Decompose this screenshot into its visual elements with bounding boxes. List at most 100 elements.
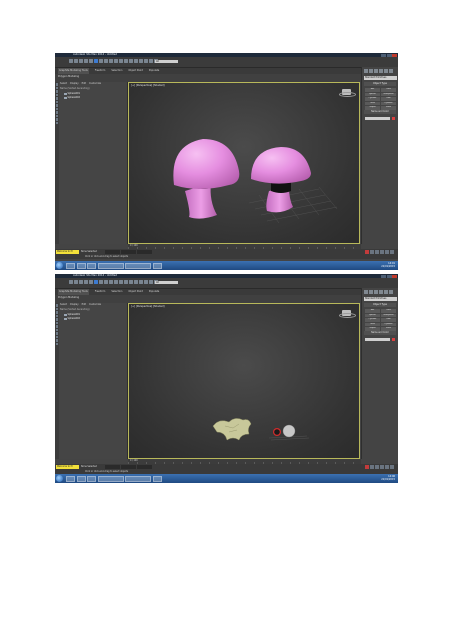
box-button[interactable]: Box [365,88,380,92]
menu-edit[interactable]: Edit [82,82,86,85]
hierarchy-icon[interactable] [374,290,378,294]
rotate-icon[interactable] [119,280,123,284]
select-icon[interactable] [94,59,98,63]
filter-icon[interactable] [55,107,59,110]
filter-icon[interactable] [55,104,59,107]
sphere-button[interactable]: Sphere [365,313,380,317]
plane-button[interactable]: Plane [381,327,396,331]
filter-icon[interactable] [55,328,59,331]
name-color-rollout[interactable]: Name and Color [364,110,396,114]
next-frame-icon[interactable] [375,250,379,254]
move-icon[interactable] [114,280,118,284]
y-coordinate-field[interactable] [121,465,136,469]
box-button[interactable]: Box [365,309,380,313]
snap-icon[interactable] [139,280,143,284]
percent-snap-icon[interactable] [149,280,153,284]
rotate-icon[interactable] [119,59,123,63]
start-button[interactable] [56,475,63,482]
start-button[interactable] [56,262,63,269]
torus-button[interactable]: Torus [365,101,380,105]
link-icon[interactable] [79,59,83,63]
select-by-name-icon[interactable] [99,280,103,284]
motion-icon[interactable] [379,69,383,73]
scale-icon[interactable] [124,280,128,284]
orbit-icon[interactable] [385,250,389,254]
filter-icon[interactable] [55,304,59,307]
taskbar-app[interactable] [125,475,151,482]
undo-icon[interactable] [69,280,73,284]
filter-icon[interactable] [55,100,59,103]
z-coordinate-field[interactable] [137,250,152,254]
taskbar-app[interactable] [152,262,162,269]
filter-icon[interactable] [55,311,59,314]
filter-icon[interactable] [55,307,59,310]
bind-icon[interactable] [89,59,93,63]
color-swatch[interactable] [392,338,395,341]
filter-icon[interactable] [55,97,59,100]
taskbar-app[interactable] [76,475,86,482]
pivot-icon[interactable] [134,59,138,63]
filter-icon[interactable] [55,342,59,345]
selection-filter-dropdown[interactable]: All [155,280,178,284]
move-icon[interactable] [114,59,118,63]
window-crossing-icon[interactable] [109,59,113,63]
primitives-dropdown[interactable]: Standard Primitives [364,297,397,301]
maxscript-listener[interactable]: Welcome to M [56,465,79,469]
reference-icon[interactable] [129,59,133,63]
menu-display[interactable]: Display [70,303,78,306]
pivot-icon[interactable] [134,280,138,284]
bind-icon[interactable] [89,280,93,284]
geosphere-button[interactable]: GeoSphere [381,92,396,96]
x-coordinate-field[interactable] [105,465,120,469]
filter-icon[interactable] [55,83,59,86]
filter-icon[interactable] [55,318,59,321]
list-item[interactable]: Sphere001 [64,92,80,95]
display-icon[interactable] [384,290,388,294]
window-crossing-icon[interactable] [109,280,113,284]
filter-icon[interactable] [55,321,59,324]
filter-icon[interactable] [55,325,59,328]
play-icon[interactable] [370,250,374,254]
teapot-button[interactable]: Teapot [365,327,380,331]
filter-icon[interactable] [55,332,59,335]
object-type-rollout[interactable]: Object Type [364,303,396,307]
y-coordinate-field[interactable] [121,250,136,254]
angle-snap-icon[interactable] [144,59,148,63]
snap-icon[interactable] [139,59,143,63]
pyramid-button[interactable]: Pyramid [381,322,396,326]
filter-icon[interactable] [55,339,59,342]
modify-icon[interactable] [369,290,373,294]
color-swatch[interactable] [392,117,395,120]
zoom-icon[interactable] [380,250,384,254]
perspective-viewport[interactable]: [+] [Perspective] [Shaded] [128,303,360,459]
list-item[interactable]: Sphere001 [64,313,80,316]
menu-customize[interactable]: Customize [89,82,101,85]
filter-icon[interactable] [55,114,59,117]
object-type-rollout[interactable]: Object Type [364,82,396,86]
unlink-icon[interactable] [84,280,88,284]
angle-snap-icon[interactable] [144,280,148,284]
menu-select[interactable]: Select [60,303,67,306]
create-icon[interactable] [364,290,368,294]
orbit-icon[interactable] [385,465,389,469]
taskbar-app[interactable] [66,475,75,482]
modify-icon[interactable] [369,69,373,73]
filter-icon[interactable] [55,335,59,338]
link-icon[interactable] [79,280,83,284]
filter-icon[interactable] [55,86,59,89]
utilities-icon[interactable] [389,290,393,294]
taskbar-app[interactable] [152,475,162,482]
cylinder-button[interactable]: Cylinder [365,318,380,322]
region-icon[interactable] [104,280,108,284]
taskbar-app[interactable] [87,262,96,269]
selection-filter-dropdown[interactable]: All [155,59,178,63]
z-coordinate-field[interactable] [137,465,152,469]
redo-icon[interactable] [74,59,78,63]
taskbar-app[interactable] [76,262,86,269]
cone-button[interactable]: Cone [381,309,396,313]
menu-customize[interactable]: Customize [89,303,101,306]
hierarchy-icon[interactable] [374,69,378,73]
filter-icon[interactable] [55,121,59,124]
object-name-field[interactable] [365,338,390,341]
taskbar-app[interactable] [87,475,96,482]
